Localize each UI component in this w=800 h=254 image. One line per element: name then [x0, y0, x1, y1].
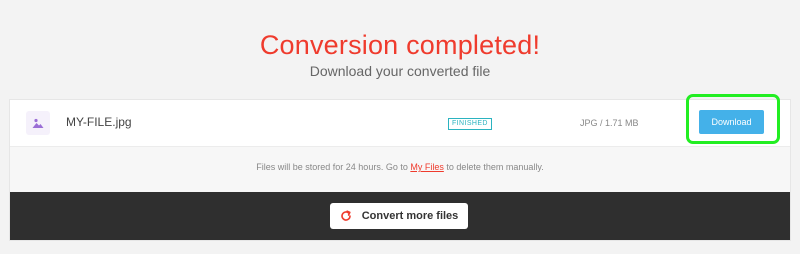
file-name: MY-FILE.jpg: [66, 115, 132, 129]
conversion-page: Conversion completed! Download your conv…: [0, 0, 800, 254]
notice-text-after: to delete them manually.: [443, 162, 544, 172]
file-format-size: JPG / 1.71 MB: [580, 118, 639, 128]
convert-more-label: Convert more files: [361, 210, 459, 222]
file-row: MY-FILE.jpg FINISHED JPG / 1.71 MB Downl…: [10, 94, 790, 147]
storage-notice: Files will be stored for 24 hours. Go to…: [10, 162, 790, 172]
status-badge: FINISHED: [448, 118, 492, 130]
convert-more-bar: Convert more files: [10, 192, 790, 240]
download-button[interactable]: Download: [699, 110, 764, 134]
my-files-link[interactable]: My Files: [410, 162, 444, 172]
page-subtitle: Download your converted file: [309, 63, 491, 79]
page-title: Conversion completed!: [259, 30, 541, 60]
notice-text-before: Files will be stored for 24 hours. Go to: [256, 162, 411, 172]
convert-more-button[interactable]: Convert more files: [330, 203, 468, 229]
refresh-icon: [340, 210, 352, 222]
result-panel: MY-FILE.jpg FINISHED JPG / 1.71 MB Downl…: [9, 94, 791, 241]
image-file-icon: [26, 111, 50, 135]
